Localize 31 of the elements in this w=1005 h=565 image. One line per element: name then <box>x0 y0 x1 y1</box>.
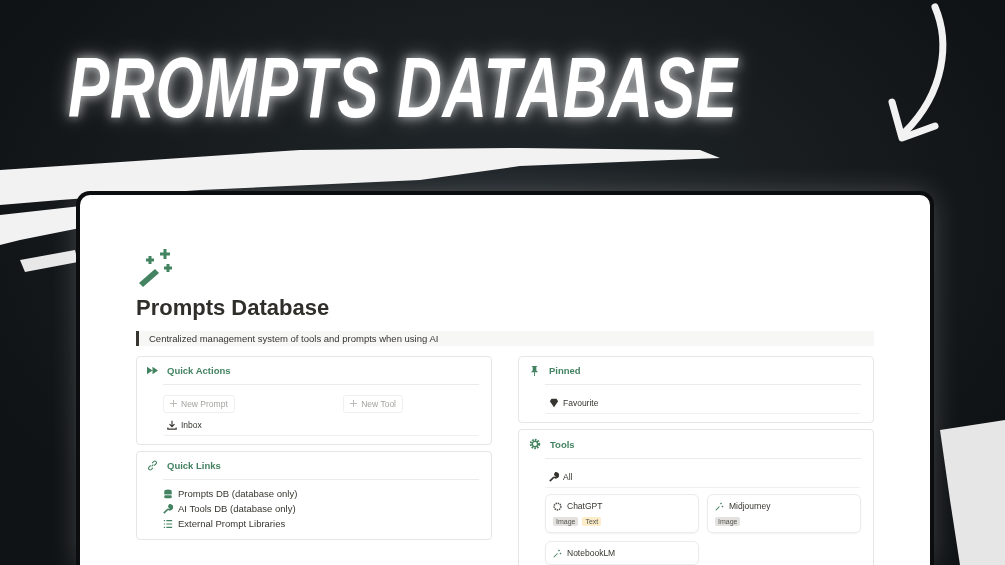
download-icon <box>167 420 177 430</box>
magic-wand-icon <box>553 548 562 558</box>
gem-icon <box>549 398 559 408</box>
link-icon <box>147 460 158 471</box>
favourite-link[interactable]: Favourite <box>545 393 861 414</box>
quick-link[interactable]: AI Tools DB (database only) <box>178 503 296 514</box>
description-callout: Centralized management system of tools and prompts when using AI <box>136 331 874 346</box>
wrench-icon <box>549 472 559 482</box>
fast-forward-icon <box>147 365 158 376</box>
card-title: Quick Actions <box>167 365 231 376</box>
gear-icon <box>529 438 541 450</box>
tool-name: NotebookLM <box>567 548 616 558</box>
list-icon <box>163 518 173 529</box>
page-title: Prompts Database <box>136 295 331 321</box>
tool-card[interactable]: NotebookLM <box>545 541 699 565</box>
magic-wand-icon <box>715 501 724 511</box>
tool-name: Midjourney <box>729 501 771 511</box>
card-title: Pinned <box>549 365 581 376</box>
pin-icon <box>529 365 540 376</box>
plus-icon <box>350 400 358 407</box>
inbox-link[interactable]: Inbox <box>163 415 479 436</box>
quick-link[interactable]: Prompts DB (database only) <box>178 488 298 499</box>
database-icon <box>163 488 173 499</box>
quick-link[interactable]: External Prompt Libraries <box>178 518 286 529</box>
plus-icon <box>170 400 177 407</box>
card-title: Quick Links <box>167 460 221 471</box>
wrench-icon <box>163 503 173 514</box>
headline: PROMPTS DATABASE <box>68 44 738 130</box>
all-tools-link[interactable]: All <box>545 467 861 488</box>
card-title: Tools <box>550 438 575 450</box>
tool-name: ChatGPT <box>567 501 603 511</box>
